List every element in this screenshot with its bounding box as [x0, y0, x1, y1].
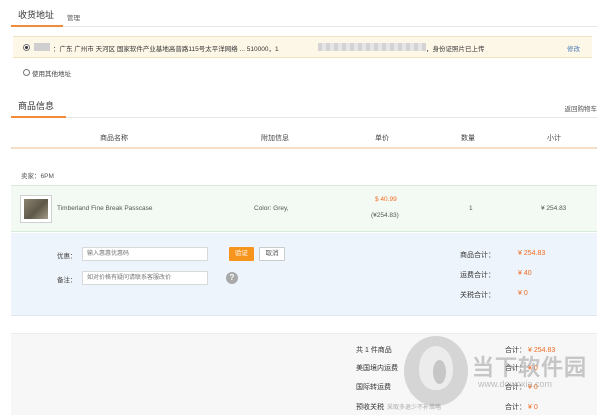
shipping-total-label: 运费合计： [460, 272, 495, 279]
address-radio-selected[interactable] [23, 44, 30, 51]
manage-address-link[interactable]: 管理 [67, 12, 80, 22]
intl-shipping-label: 国际转运费 [356, 384, 391, 391]
shipping-total-value: ¥ 40 [518, 270, 532, 277]
goods-total-label: 商品合计： [460, 252, 495, 259]
verify-coupon-button[interactable]: 验证 [229, 247, 254, 261]
goods-section-title: 商品信息 [11, 96, 66, 118]
product-price-cny: (¥254.83) [371, 212, 399, 219]
tax-total-value: ¥ 0 [518, 290, 528, 297]
col-header-extra: 附加信息 [261, 135, 289, 142]
redacted-name [34, 43, 50, 51]
col-header-subtotal: 小计 [547, 135, 561, 142]
col-header-name: 商品名称 [100, 135, 128, 142]
goods-section-header: 商品信息 返回购物车 [11, 96, 597, 118]
watermark-text: 当下软件园 [472, 356, 588, 381]
id-upload-status: ，身份证照片已上传 [426, 46, 485, 53]
back-to-cart-link[interactable]: 返回购物车 [565, 103, 597, 113]
prepaid-tax-label: 预收关税 [356, 404, 384, 411]
address-radio-other[interactable] [23, 69, 30, 76]
goods-total-value: ¥ 254.83 [518, 250, 546, 257]
redacted-phone [318, 43, 426, 51]
watermark-logo-icon [404, 336, 468, 406]
product-quantity: 1 [469, 205, 473, 212]
address-section-header: 收货地址 管理 [11, 5, 597, 27]
note-input[interactable] [82, 271, 208, 285]
address-section-title: 收货地址 [11, 5, 63, 27]
us-shipping-label: 美国境内运费 [356, 365, 398, 372]
note-label: 备注： [57, 277, 77, 284]
item-count-label: 共 1 件商品 [356, 347, 392, 354]
product-extra-info: Color: Grey, [254, 205, 289, 212]
tax-total-label: 关税合计： [460, 292, 495, 299]
goods-table-header: 商品名称 附加信息 单价 数量 小计 [11, 127, 597, 149]
help-icon[interactable]: ? [226, 272, 238, 284]
product-subtotal: ¥ 254.83 [541, 205, 567, 212]
coupon-input[interactable] [82, 247, 208, 261]
product-thumbnail[interactable] [20, 195, 52, 223]
seller-label: 卖家：6PM [21, 173, 54, 180]
edit-address-link[interactable]: 修改 [567, 43, 580, 53]
coupon-label: 优惠： [57, 253, 77, 260]
use-other-address-label: 使用其他地址 [32, 71, 71, 78]
table-row: Timberland Fine Break Passcase Color: Gr… [11, 185, 597, 232]
watermark-url: www.downxia.com [478, 379, 553, 389]
col-header-price: 单价 [375, 135, 389, 142]
promo-panel: 优惠： 验证 取消 备注： ? 商品合计： ¥ 254.83 运费合计： ¥ 4… [11, 233, 597, 316]
site-watermark: 当下软件园 www.downxia.com [398, 336, 597, 415]
address-text: ：广东 广州市 天河区 国家软件产业基地高普路115号太平洋网络 ... 510… [53, 46, 279, 53]
col-header-quantity: 数量 [461, 135, 475, 142]
cancel-coupon-button[interactable]: 取消 [259, 247, 285, 261]
selected-address-row[interactable]: ：广东 广州市 天河区 国家软件产业基地高普路115号太平洋网络 ... 510… [13, 36, 592, 58]
product-price-usd: $ 40.99 [375, 196, 397, 203]
product-name[interactable]: Timberland Fine Break Passcase [57, 205, 153, 212]
